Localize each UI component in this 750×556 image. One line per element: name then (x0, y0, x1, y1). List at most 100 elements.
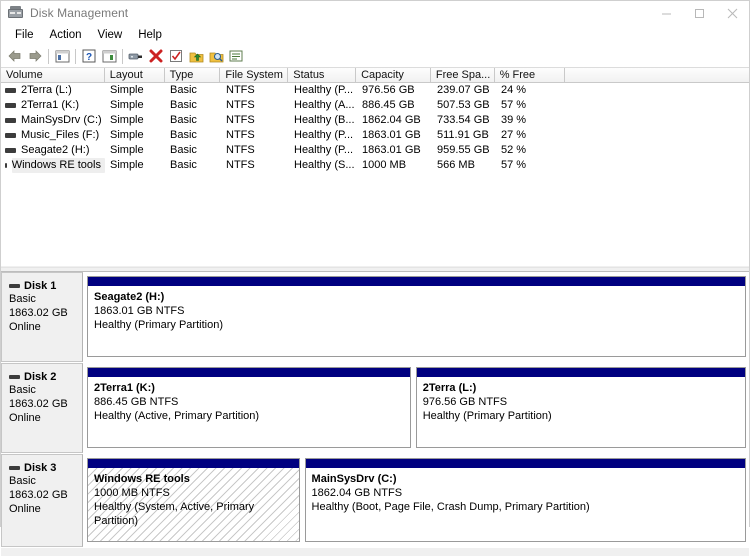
partition-color-bar (87, 367, 411, 377)
disk-info-2[interactable]: Disk 2 Basic 1863.02 GB Online (1, 363, 83, 453)
cell-capacity: 976.56 GB (362, 84, 415, 96)
partition-status: Healthy (Boot, Page File, Crash Dump, Pr… (311, 501, 590, 513)
cell-layout: Simple (110, 84, 144, 96)
cell-volume: MainSysDrv (C:) (1, 113, 105, 128)
toolbar-separator (75, 48, 76, 64)
cell-volume: 2Terra (L:) (1, 83, 105, 98)
menu-item-file[interactable]: File (7, 27, 42, 43)
partition-size-fs: 1862.04 GB NTFS (311, 487, 403, 499)
partition-details: Seagate2 (H:) 1863.01 GB NTFS Healthy (P… (87, 286, 746, 357)
disk-info-3[interactable]: Disk 3 Basic 1863.02 GB Online (1, 454, 83, 547)
cell-volume-label: 2Terra1 (K:) (21, 99, 80, 111)
table-row[interactable]: 2Terra1 (K:) Simple Basic NTFS Healthy (… (1, 98, 749, 113)
disk-info-1[interactable]: Disk 1 Basic 1863.02 GB Online (1, 272, 83, 362)
cell-layout: Simple (110, 144, 144, 156)
cell-file-system: NTFS (226, 84, 255, 96)
partition-seagate2[interactable]: Seagate2 (H:) 1863.01 GB NTFS Healthy (P… (87, 276, 746, 357)
close-icon[interactable] (716, 1, 749, 25)
maximize-icon[interactable] (683, 1, 716, 25)
cell-file-system: NTFS (226, 129, 255, 141)
cell-type: Basic (170, 114, 197, 126)
column-header-layout[interactable]: Layout (104, 68, 165, 83)
disk-management-window: Disk Management File Action View Help ? … (0, 0, 750, 556)
volume-list-rows: 2Terra (L:) Simple Basic NTFS Healthy (P… (1, 83, 749, 173)
cell-status: Healthy (P... (294, 129, 354, 141)
graphical-view-pane: Disk 1 Basic 1863.02 GB Online Seagate2 … (1, 272, 749, 556)
column-header-status[interactable]: Status (288, 68, 357, 83)
magnifier-icon[interactable] (206, 46, 226, 66)
disk-partitions-3: Windows RE tools 1000 MB NTFS Healthy (S… (83, 454, 749, 547)
partition-color-bar (87, 276, 746, 286)
cell-status: Healthy (A... (294, 99, 355, 111)
volume-drive-icon (5, 118, 16, 123)
menu-item-action[interactable]: Action (42, 27, 90, 43)
cell-type: Basic (170, 144, 197, 156)
left-arrow-icon[interactable] (5, 46, 25, 66)
volume-drive-icon (5, 163, 7, 168)
partition-name: MainSysDrv (C:) (311, 473, 397, 485)
right-arrow-icon[interactable] (25, 46, 45, 66)
table-row[interactable]: Music_Files (F:) Simple Basic NTFS Healt… (1, 128, 749, 143)
column-header-capacity[interactable]: Capacity (356, 68, 431, 83)
column-header-type[interactable]: Type (164, 68, 221, 83)
minimize-icon[interactable] (650, 1, 683, 25)
checklist-icon[interactable] (166, 46, 186, 66)
cell-percent-free: 57 % (501, 159, 527, 171)
properties-icon[interactable] (126, 46, 146, 66)
disk-state-3: Online (9, 503, 41, 515)
folder-up-arrow-icon[interactable] (186, 46, 206, 66)
cell-volume-label: Music_Files (F:) (21, 129, 100, 141)
disk-type-2: Basic (9, 384, 36, 396)
volume-drive-icon (5, 88, 16, 93)
disk-name-2: Disk 2 (9, 371, 82, 383)
partition-windows-re-tools[interactable]: Windows RE tools 1000 MB NTFS Healthy (S… (87, 458, 300, 542)
disk-row-1[interactable]: Disk 1 Basic 1863.02 GB Online Seagate2 … (1, 272, 749, 363)
partition-status: Healthy (System, Active, Primary Partiti… (94, 501, 255, 527)
cell-free-space: 959.55 GB (437, 144, 490, 156)
column-header-free-space[interactable]: Free Spa... (430, 68, 495, 83)
table-row[interactable]: 2Terra (L:) Simple Basic NTFS Healthy (P… (1, 83, 749, 98)
cell-volume: Windows RE tools (1, 158, 105, 173)
cell-layout: Simple (110, 129, 144, 141)
partition-name: Windows RE tools (94, 473, 190, 485)
disk-size-3: 1863.02 GB (9, 489, 68, 501)
cell-layout: Simple (110, 99, 144, 111)
menu-item-view[interactable]: View (90, 27, 131, 43)
disk-name-3: Disk 3 (9, 462, 82, 474)
action-pane-icon[interactable] (99, 46, 119, 66)
partition-status: Healthy (Primary Partition) (94, 319, 223, 331)
disk-row-2[interactable]: Disk 2 Basic 1863.02 GB Online 2Terra1 (… (1, 363, 749, 454)
list-view-icon[interactable] (226, 46, 246, 66)
partition-2terra1[interactable]: 2Terra1 (K:) 886.45 GB NTFS Healthy (Act… (87, 367, 411, 448)
volume-list-header: Volume Layout Type File System Status Ca… (1, 68, 749, 83)
disk-icon (9, 375, 20, 379)
cell-file-system: NTFS (226, 159, 255, 171)
table-row[interactable]: Seagate2 (H:) Simple Basic NTFS Healthy … (1, 143, 749, 158)
cell-file-system: NTFS (226, 99, 255, 111)
column-header-percent-free[interactable]: % Free (494, 68, 565, 83)
partition-size-fs: 1000 MB NTFS (94, 487, 170, 499)
cell-volume-label: Seagate2 (H:) (21, 144, 90, 156)
table-row[interactable]: MainSysDrv (C:) Simple Basic NTFS Health… (1, 113, 749, 128)
cell-file-system: NTFS (226, 144, 255, 156)
window-title: Disk Management (30, 6, 129, 20)
cell-capacity: 1863.01 GB (362, 129, 421, 141)
pane-splitter[interactable] (1, 265, 749, 272)
column-header-file-system[interactable]: File System (220, 68, 289, 83)
partition-2terra[interactable]: 2Terra (L:) 976.56 GB NTFS Healthy (Prim… (415, 367, 746, 448)
menu-bar: File Action View Help (1, 25, 749, 45)
partition-name: 2Terra (L:) (422, 382, 477, 394)
cell-capacity: 1863.01 GB (362, 144, 421, 156)
table-row-selected[interactable]: Windows RE tools Simple Basic NTFS Healt… (1, 158, 749, 173)
column-header-filler (564, 68, 749, 83)
disk-name-1: Disk 1 (9, 280, 82, 292)
red-x-icon[interactable] (146, 46, 166, 66)
question-mark-icon[interactable]: ? (79, 46, 99, 66)
cell-file-system: NTFS (226, 114, 255, 126)
console-tree-icon[interactable] (52, 46, 72, 66)
partition-color-bar (415, 367, 746, 377)
menu-item-help[interactable]: Help (130, 27, 170, 43)
column-header-volume[interactable]: Volume (1, 68, 105, 83)
disk-row-3[interactable]: Disk 3 Basic 1863.02 GB Online Windows R… (1, 454, 749, 548)
partition-mainsysdrv[interactable]: MainSysDrv (C:) 1862.04 GB NTFS Healthy … (304, 458, 746, 542)
